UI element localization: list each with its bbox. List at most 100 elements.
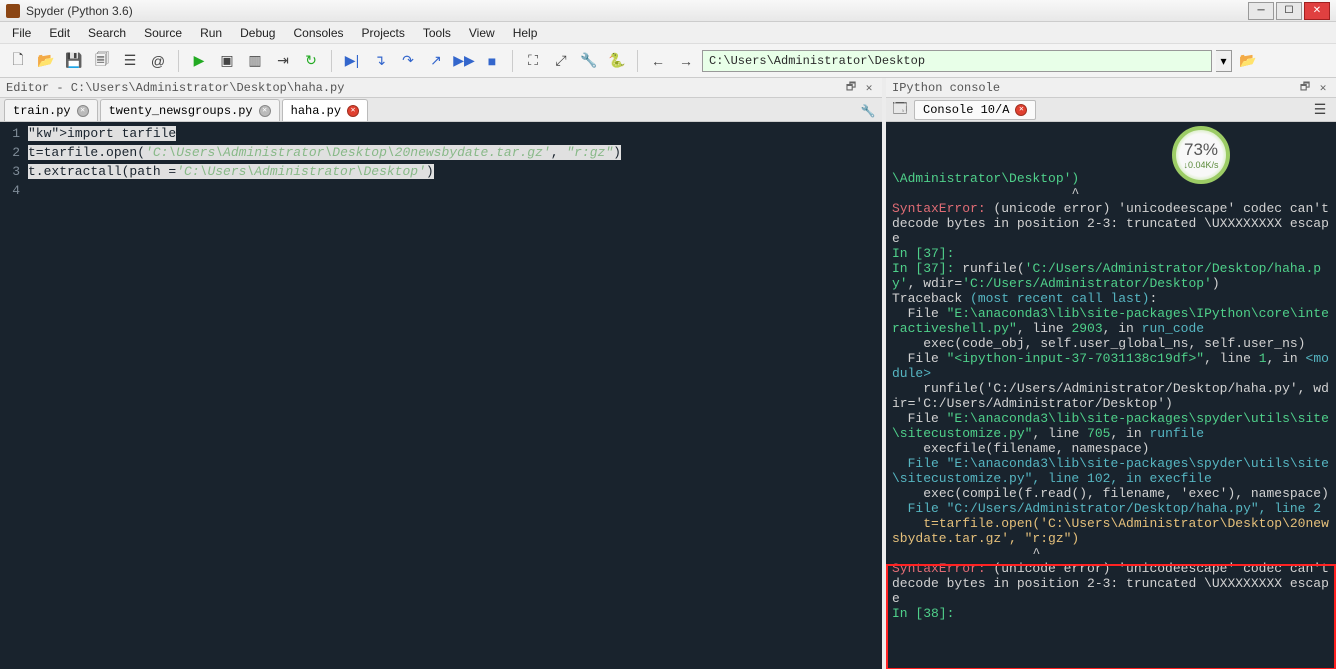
toolbar-separator (512, 50, 513, 72)
fullscreen-button[interactable]: ⤢ (549, 49, 573, 73)
badge-percent: 73% (1184, 140, 1218, 160)
editor-tab[interactable]: haha.py ✕ (282, 99, 368, 121)
editor-tab[interactable]: train.py ✕ (4, 99, 98, 121)
editor-header: Editor - C:\Users\Administrator\Desktop\… (0, 78, 882, 98)
code-line: t=tarfile.open('C:\Users\Administrator\D… (28, 143, 882, 162)
console-tab[interactable]: Console 10/A ✕ (914, 100, 1036, 120)
console-line: File "E:\anaconda3\lib\site-packages\IPy… (892, 306, 1330, 336)
console-line: SyntaxError: (unicode error) 'unicodeesc… (892, 561, 1330, 606)
console-options-button[interactable]: ☰ (1308, 98, 1332, 122)
at-button[interactable]: @ (146, 49, 170, 73)
editor-header-title: Editor - C:\Users\Administrator\Desktop\… (6, 81, 344, 95)
maximize-button[interactable]: ☐ (1276, 2, 1302, 20)
minimize-button[interactable]: ─ (1248, 2, 1274, 20)
menu-search[interactable]: Search (80, 24, 134, 42)
menu-file[interactable]: File (4, 24, 39, 42)
menu-consoles[interactable]: Consoles (285, 24, 351, 42)
debug-step-into-button[interactable]: ↴ (368, 49, 392, 73)
console-line: In [38]: (892, 606, 1330, 621)
editor-tab-label: haha.py (291, 104, 341, 118)
toolbar-separator (178, 50, 179, 72)
settings-button[interactable]: 🔧 (577, 49, 601, 73)
editor-tab-label: train.py (13, 104, 71, 118)
console-line: SyntaxError: (unicode error) 'unicodeesc… (892, 201, 1330, 246)
ipython-console[interactable]: \Administrator\Desktop') ^SyntaxError: (… (886, 122, 1336, 669)
console-line: File "E:\anaconda3\lib\site-packages\spy… (892, 456, 1330, 486)
ipython-pane: IPython console 🗗 ✕ 🗔 Console 10/A ✕ ☰ \… (886, 78, 1336, 669)
titlebar: Spyder (Python 3.6) ─ ☐ ✕ (0, 0, 1336, 22)
editor-tab-label: twenty_newsgroups.py (109, 104, 253, 118)
outline-button[interactable]: ☰ (118, 49, 142, 73)
python-path-button[interactable]: 🐍 (605, 49, 629, 73)
console-line: ^ (892, 546, 1330, 561)
menu-debug[interactable]: Debug (232, 24, 283, 42)
working-directory-field[interactable]: C:\Users\Administrator\Desktop (702, 50, 1212, 72)
rerun-button[interactable]: ↻ (299, 49, 323, 73)
toolbar-separator (637, 50, 638, 72)
ipython-header: IPython console 🗗 ✕ (886, 78, 1336, 98)
console-line: ^ (892, 186, 1330, 201)
editor-pane: Editor - C:\Users\Administrator\Desktop\… (0, 78, 886, 669)
save-button[interactable]: 💾 (62, 49, 86, 73)
console-line: File "E:\anaconda3\lib\site-packages\spy… (892, 411, 1330, 441)
network-speed-badge: 73% ↓0.04K/s (1172, 126, 1230, 184)
code-editor[interactable]: 1234 "kw">import tarfilet=tarfile.open('… (0, 122, 882, 669)
close-tab-icon[interactable]: ✕ (347, 105, 359, 117)
save-all-button[interactable]: 🗐 (90, 49, 114, 73)
console-line: In [37]: (892, 246, 1330, 261)
menu-view[interactable]: View (461, 24, 503, 42)
console-tab-row: 🗔 Console 10/A ✕ ☰ (886, 98, 1336, 122)
run-cell-advance-button[interactable]: ▥ (243, 49, 267, 73)
toolbar-separator (331, 50, 332, 72)
console-line: execfile(filename, namespace) (892, 441, 1330, 456)
console-line: File "<ipython-input-37-7031138c19df>", … (892, 351, 1330, 381)
nav-forward-button[interactable]: → (674, 49, 698, 73)
window-title: Spyder (Python 3.6) (26, 4, 133, 18)
console-tab-label: Console 10/A (923, 103, 1009, 117)
ipython-header-title: IPython console (892, 81, 1000, 95)
close-tab-icon[interactable]: ✕ (1015, 104, 1027, 116)
inspect-button[interactable]: 🗔 (890, 100, 910, 120)
console-line: Traceback (most recent call last): (892, 291, 1330, 306)
editor-tab-options-button[interactable]: 🔧 (858, 101, 878, 121)
undock-console-button[interactable]: 🗗 (1298, 81, 1312, 95)
console-line: t=tarfile.open('C:\Users\Administrator\D… (892, 516, 1330, 546)
editor-tab[interactable]: twenty_newsgroups.py ✕ (100, 99, 280, 121)
menu-run[interactable]: Run (192, 24, 230, 42)
code-line: "kw">import tarfile (28, 124, 882, 143)
run-selection-button[interactable]: ⇥ (271, 49, 295, 73)
menubar: File Edit Search Source Run Debug Consol… (0, 22, 1336, 44)
debug-continue-button[interactable]: ▶▶ (452, 49, 476, 73)
menu-help[interactable]: Help (505, 24, 546, 42)
debug-step-over-button[interactable]: ↷ (396, 49, 420, 73)
code-line: t.extractall(path ='C:\Users\Administrat… (28, 162, 882, 181)
console-line: File "C:/Users/Administrator/Desktop/hah… (892, 501, 1330, 516)
new-file-button[interactable]: 🗋 (6, 49, 30, 73)
undock-pane-button[interactable]: 🗗 (844, 81, 858, 95)
code-body[interactable]: "kw">import tarfilet=tarfile.open('C:\Us… (26, 122, 882, 669)
toolbar: 🗋 📂 💾 🗐 ☰ @ ▶ ▣ ▥ ⇥ ↻ ▶| ↴ ↷ ↗ ▶▶ ■ ⛶ ⤢ … (0, 44, 1336, 78)
path-dropdown-button[interactable]: ▾ (1216, 50, 1232, 72)
debug-stop-button[interactable]: ■ (480, 49, 504, 73)
browse-folder-button[interactable]: 📂 (1236, 49, 1260, 73)
close-window-button[interactable]: ✕ (1304, 2, 1330, 20)
debug-step-button[interactable]: ▶| (340, 49, 364, 73)
close-pane-button[interactable]: ✕ (862, 81, 876, 95)
line-number-gutter: 1234 (0, 122, 26, 669)
close-console-pane-button[interactable]: ✕ (1316, 81, 1330, 95)
run-cell-button[interactable]: ▣ (215, 49, 239, 73)
spyder-app-icon (6, 4, 20, 18)
console-line: exec(compile(f.read(), filename, 'exec')… (892, 486, 1330, 501)
run-button[interactable]: ▶ (187, 49, 211, 73)
open-file-button[interactable]: 📂 (34, 49, 58, 73)
close-tab-icon[interactable]: ✕ (77, 105, 89, 117)
debug-step-out-button[interactable]: ↗ (424, 49, 448, 73)
menu-tools[interactable]: Tools (415, 24, 459, 42)
maximize-pane-button[interactable]: ⛶ (521, 49, 545, 73)
nav-back-button[interactable]: ← (646, 49, 670, 73)
close-tab-icon[interactable]: ✕ (259, 105, 271, 117)
menu-edit[interactable]: Edit (41, 24, 78, 42)
menu-source[interactable]: Source (136, 24, 190, 42)
menu-projects[interactable]: Projects (354, 24, 413, 42)
editor-tab-row: train.py ✕ twenty_newsgroups.py ✕ haha.py ✕ 🔧 (0, 98, 882, 122)
